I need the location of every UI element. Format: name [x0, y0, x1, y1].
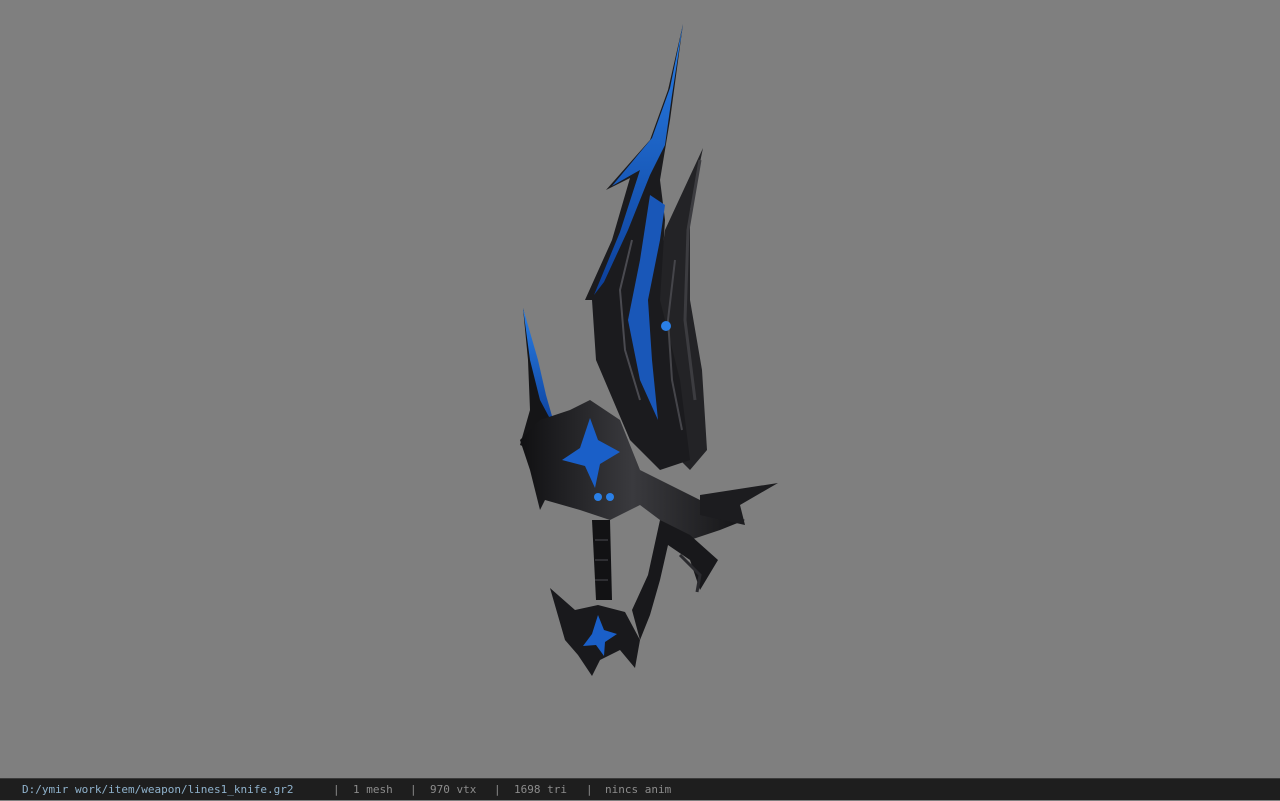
status-bar: D:/ymir work/item/weapon/lines1_knife.gr…: [0, 778, 1280, 800]
separator: |: [494, 783, 501, 796]
separator: |: [586, 783, 593, 796]
separator: |: [333, 783, 340, 796]
3d-viewport[interactable]: [0, 0, 1280, 778]
file-path-label: D:/ymir work/item/weapon/lines1_knife.gr…: [22, 783, 294, 796]
weapon-model-render: [520, 24, 778, 676]
mesh-count-label: 1 mesh: [353, 783, 393, 796]
triangle-count-label: 1698 tri: [514, 783, 567, 796]
vertex-count-label: 970 vtx: [430, 783, 477, 796]
separator: |: [410, 783, 417, 796]
animation-status-label: nincs anim: [605, 783, 672, 796]
